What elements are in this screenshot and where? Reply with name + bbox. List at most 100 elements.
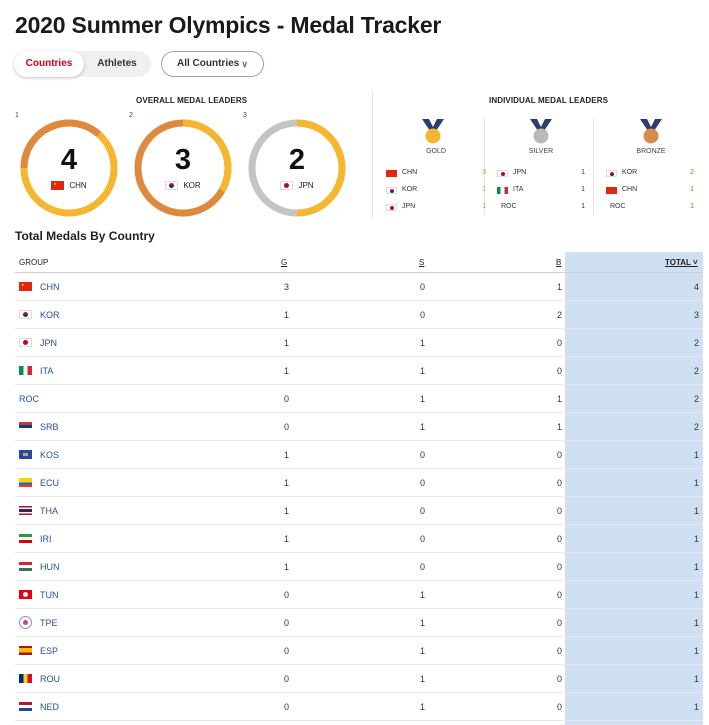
country-link[interactable]: TPE: [40, 618, 58, 628]
country-link[interactable]: KOS: [40, 450, 59, 460]
overall-leader-card[interactable]: 2 3 KOR: [129, 112, 233, 218]
silver-cell: 0: [419, 282, 425, 292]
leader-country: KOR: [133, 181, 233, 191]
gold-cell: 1: [283, 534, 289, 544]
flag-kor-icon: [386, 187, 397, 194]
table-row[interactable]: ★ CHN 3 0 1 4: [15, 273, 703, 301]
country-code: ITA: [513, 186, 524, 193]
countries-tab[interactable]: Countries: [14, 51, 84, 77]
country-link[interactable]: ECU: [40, 478, 59, 488]
gold-leader-row[interactable]: JPN 1: [386, 202, 486, 214]
gold-cell: 1: [283, 366, 289, 376]
table-row[interactable]: THA 1 0 0 1: [15, 497, 703, 525]
total-cell: 1: [693, 674, 699, 684]
gold-cell: 0: [283, 674, 289, 684]
gold-leader-row[interactable]: CHN 3: [386, 168, 486, 180]
silver-sort-header[interactable]: S: [419, 258, 424, 267]
bronze-cell: 0: [556, 646, 562, 656]
country-link[interactable]: TUN: [40, 590, 59, 600]
country-link[interactable]: HUN: [40, 562, 60, 572]
bronze-cell: 1: [556, 282, 562, 292]
table-row[interactable]: NED 0 1 0 1: [15, 693, 703, 721]
bronze-leader-row[interactable]: ROC 1: [606, 202, 694, 214]
medal-count: 1: [482, 186, 486, 193]
country-link[interactable]: IRI: [40, 534, 52, 544]
country-link[interactable]: ROC: [19, 394, 39, 404]
table-row[interactable]: HUN 1 0 0 1: [15, 553, 703, 581]
flag-ned-icon: [19, 702, 32, 711]
bronze-leader-row[interactable]: CHN 1: [606, 185, 694, 197]
flag-ecu-icon: [19, 478, 32, 487]
flag-esp-icon: [19, 646, 32, 655]
total-cell: 1: [693, 618, 699, 628]
medal-count: 1: [690, 186, 694, 193]
silver-cell: 1: [419, 422, 425, 432]
country-filter-dropdown[interactable]: All Countries ∨: [161, 51, 264, 77]
country-link[interactable]: KOR: [40, 310, 60, 320]
country-link[interactable]: JPN: [40, 338, 57, 348]
table-row[interactable]: ROC 0 1 1 2: [15, 385, 703, 413]
country-link[interactable]: SRB: [40, 422, 59, 432]
leader-medal-count: 2: [288, 144, 306, 176]
table-row[interactable]: ITA 1 1 0 2: [15, 357, 703, 385]
medal-count: 2: [690, 169, 694, 176]
flag-chn-icon: [386, 170, 397, 177]
silver-leader-row[interactable]: ROC 1: [497, 202, 585, 214]
silver-cell: 1: [419, 394, 425, 404]
bronze-cell: 0: [556, 506, 562, 516]
total-cell: 1: [693, 590, 699, 600]
leader-rank: 2: [129, 112, 133, 119]
table-row[interactable]: IRI 1 0 0 1: [15, 525, 703, 553]
table-row[interactable]: ESP 0 1 0 1: [15, 637, 703, 665]
silver-leader-row[interactable]: ITA 1: [497, 185, 585, 197]
country-link[interactable]: NED: [40, 702, 59, 712]
country-code: ROC: [501, 203, 517, 210]
silver-cell: 1: [419, 590, 425, 600]
gold-sort-header[interactable]: G: [281, 258, 287, 267]
silver-leader-row[interactable]: JPN 1: [497, 168, 585, 180]
overall-leader-card[interactable]: 3 2 JPN: [243, 112, 347, 218]
table-row[interactable]: KOR 1 0 2 3: [15, 301, 703, 329]
total-sort-header[interactable]: TOTAL ˅: [665, 258, 698, 267]
table-row[interactable]: ROU 0 1 0 1: [15, 665, 703, 693]
country-link[interactable]: ESP: [40, 646, 58, 656]
bronze-cell: 0: [556, 478, 562, 488]
flag-hun-icon: [19, 562, 32, 571]
country-link[interactable]: ITA: [40, 366, 53, 376]
flag-chn-icon: ★: [51, 181, 65, 191]
table-row[interactable]: TPE 0 1 0 1: [15, 609, 703, 637]
silver-cell: 0: [419, 478, 425, 488]
country-code: CHN: [402, 169, 418, 176]
total-cell: 2: [693, 338, 699, 348]
athletes-tab[interactable]: Athletes: [86, 51, 148, 77]
bronze-cell: 0: [556, 450, 562, 460]
table-row[interactable]: JPN 1 1 0 2: [15, 329, 703, 357]
country-code: JPN: [513, 169, 527, 176]
flag-rou-icon: [19, 674, 32, 683]
medal-count: 1: [581, 203, 585, 210]
country-link[interactable]: THA: [40, 506, 58, 516]
medal-count: 3: [482, 169, 486, 176]
leader-country-code: JPN: [298, 181, 314, 190]
table-row[interactable]: TUN 0 1 0 1: [15, 581, 703, 609]
bronze-cell: 0: [556, 562, 562, 572]
table-row[interactable]: KOS 1 0 0 1: [15, 441, 703, 469]
bronze-leader-row[interactable]: KOR 2: [606, 168, 694, 180]
gold-leader-row[interactable]: KOR 1: [386, 185, 486, 197]
silver-cell: 1: [419, 618, 425, 628]
bronze-sort-header[interactable]: B: [556, 258, 561, 267]
country-link[interactable]: CHN: [40, 282, 60, 292]
table-row[interactable]: ECU 1 0 0 1: [15, 469, 703, 497]
silver-cell: 0: [419, 450, 425, 460]
country-filter-label: All Countries: [177, 58, 240, 69]
group-header: GROUP: [19, 258, 49, 267]
overall-leader-card[interactable]: 1 4 ★ CHN: [15, 112, 119, 218]
flag-ita-icon: [19, 366, 32, 375]
country-link[interactable]: ROU: [40, 674, 60, 684]
total-cell: 2: [693, 366, 699, 376]
gold-cell: 0: [283, 702, 289, 712]
leader-rank: 1: [15, 112, 19, 119]
total-cell: 2: [693, 394, 699, 404]
table-row[interactable]: SRB 0 1 1 2: [15, 413, 703, 441]
gold-medal-icon: [422, 119, 444, 144]
